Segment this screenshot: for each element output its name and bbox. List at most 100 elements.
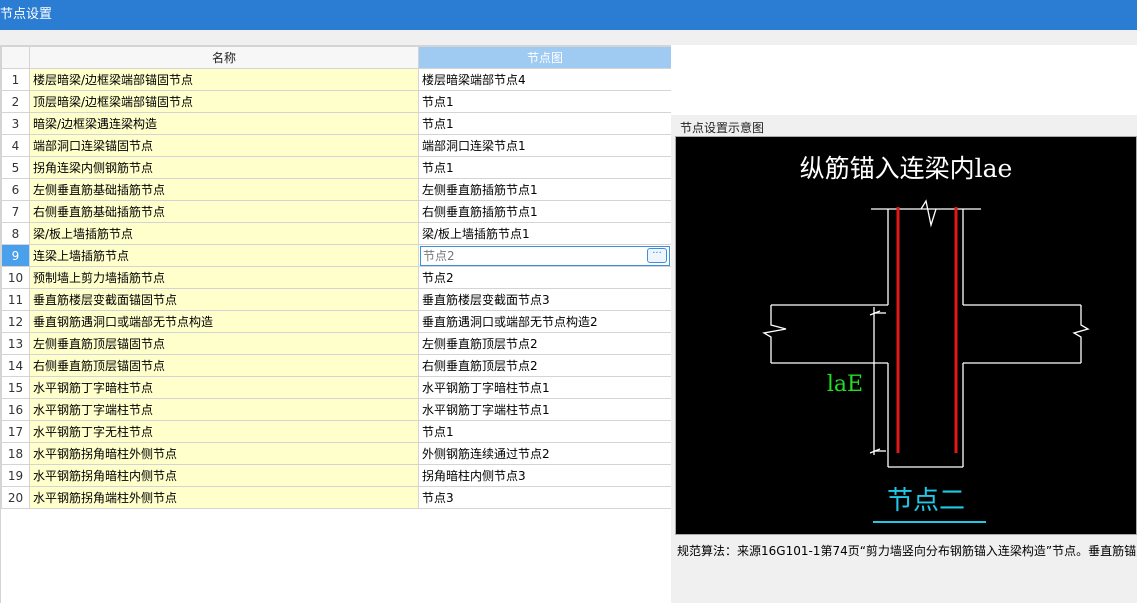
- table-row[interactable]: 6 左侧垂直筋基础插筋节点 左侧垂直筋插筋节点1: [1, 178, 671, 201]
- row-number[interactable]: 16: [1, 398, 30, 421]
- cell-node-name[interactable]: 水平钢筋丁字端柱节点: [29, 398, 419, 421]
- cell-node-diagram[interactable]: 节点1: [418, 156, 671, 179]
- node-caption: 节点二: [887, 486, 965, 516]
- row-number[interactable]: 20: [1, 486, 30, 509]
- row-number[interactable]: 10: [1, 266, 30, 289]
- row-number[interactable]: 12: [1, 310, 30, 333]
- cell-node-diagram[interactable]: 拐角暗柱内侧节点3: [418, 464, 671, 487]
- cell-node-name[interactable]: 端部洞口连梁锚固节点: [29, 134, 419, 157]
- table-row[interactable]: 15 水平钢筋丁字暗柱节点 水平钢筋丁字暗柱节点1: [1, 376, 671, 399]
- diagram-title: 纵筋锚入连梁内lae: [800, 154, 1013, 183]
- rule-description: 规范算法：来源16G101-1第74页“剪力墙竖向分布钢筋锚入连梁构造”节点。垂…: [677, 544, 1137, 558]
- cell-node-diagram[interactable]: 节点1: [418, 90, 671, 113]
- structure-outline: [762, 199, 1090, 468]
- row-number[interactable]: 9: [1, 244, 30, 267]
- table-row[interactable]: 14 右侧垂直筋顶层锚固节点 右侧垂直筋顶层节点2: [1, 354, 671, 377]
- row-number[interactable]: 3: [1, 112, 30, 135]
- table-row[interactable]: 20 水平钢筋拐角端柱外侧节点 节点3: [1, 486, 671, 509]
- cell-node-diagram[interactable]: 左侧垂直筋插筋节点1: [418, 178, 671, 201]
- cell-node-name[interactable]: 楼层暗梁/边框梁端部锚固节点: [29, 68, 419, 91]
- row-number[interactable]: 7: [1, 200, 30, 223]
- cell-node-diagram[interactable]: 水平钢筋丁字端柱节点1: [418, 398, 671, 421]
- grid-body: 1 楼层暗梁/边框梁端部锚固节点 楼层暗梁端部节点4 2 顶层暗梁/边框梁端部锚固节点节…: [1, 68, 671, 509]
- table-row[interactable]: 10 预制墙上剪力墙插筋节点 节点2: [1, 266, 671, 289]
- ellipsis-icon[interactable]: ···: [647, 248, 667, 263]
- node-settings-table: 名称 节点图 1 楼层暗梁/边框梁端部锚固节点 楼层暗梁端部节点4 2 顶层暗梁/边框梁…: [1, 46, 671, 509]
- blank-panel: [671, 45, 1137, 115]
- cell-node-name[interactable]: 水平钢筋拐角端柱外侧节点: [29, 486, 419, 509]
- cell-node-diagram-editing[interactable]: 节点2 ···: [418, 244, 671, 267]
- table-row[interactable]: 4 端部洞口连梁锚固节点 端部洞口连梁节点1: [1, 134, 671, 157]
- cell-node-name[interactable]: 梁/板上墙插筋节点: [29, 222, 419, 245]
- window-title-bar: 节点设置: [0, 0, 1137, 30]
- cell-node-name[interactable]: 右侧垂直筋顶层锚固节点: [29, 354, 419, 377]
- cell-node-diagram[interactable]: 垂直筋遇洞口或端部无节点构造2: [418, 310, 671, 333]
- row-number[interactable]: 15: [1, 376, 30, 399]
- cell-node-name[interactable]: 左侧垂直筋顶层锚固节点: [29, 332, 419, 355]
- cell-node-name[interactable]: 水平钢筋拐角暗柱内侧节点: [29, 464, 419, 487]
- row-number[interactable]: 11: [1, 288, 30, 311]
- cell-node-name[interactable]: 垂直筋楼层变截面锚固节点: [29, 288, 419, 311]
- dimension-label: laE: [827, 372, 863, 397]
- cell-node-name[interactable]: 水平钢筋拐角暗柱外侧节点: [29, 442, 419, 465]
- column-header-node[interactable]: 节点图: [418, 46, 671, 69]
- cell-node-diagram[interactable]: 节点3: [418, 486, 671, 509]
- table-row[interactable]: 1 楼层暗梁/边框梁端部锚固节点 楼层暗梁端部节点4: [1, 68, 671, 91]
- cell-node-diagram[interactable]: 节点1: [418, 112, 671, 135]
- table-row[interactable]: 19 水平钢筋拐角暗柱内侧节点 拐角暗柱内侧节点3: [1, 464, 671, 487]
- cell-node-name[interactable]: 右侧垂直筋基础插筋节点: [29, 200, 419, 223]
- row-number[interactable]: 17: [1, 420, 30, 443]
- cell-node-diagram[interactable]: 节点2: [418, 266, 671, 289]
- row-number[interactable]: 6: [1, 178, 30, 201]
- table-row[interactable]: 2 顶层暗梁/边框梁端部锚固节点 节点1: [1, 90, 671, 113]
- table-row[interactable]: 3 暗梁/边框梁遇连梁构造 节点1: [1, 112, 671, 135]
- node-diagram-editor[interactable]: 节点2 ···: [420, 245, 670, 266]
- cell-node-diagram[interactable]: 端部洞口连梁节点1: [418, 134, 671, 157]
- cell-node-name[interactable]: 水平钢筋丁字暗柱节点: [29, 376, 419, 399]
- node-diagram: 纵筋锚入连梁内lae laE 节点二: [762, 154, 1090, 523]
- table-row[interactable]: 16 水平钢筋丁字端柱节点 水平钢筋丁字端柱节点1: [1, 398, 671, 421]
- row-number[interactable]: 1: [1, 68, 30, 91]
- cell-node-diagram[interactable]: 水平钢筋丁字暗柱节点1: [418, 376, 671, 399]
- table-row[interactable]: 17 水平钢筋丁字无柱节点 节点1: [1, 420, 671, 443]
- table-row[interactable]: 5 拐角连梁内侧钢筋节点 节点1: [1, 156, 671, 179]
- cell-node-diagram[interactable]: 梁/板上墙插筋节点1: [418, 222, 671, 245]
- cell-node-name[interactable]: 水平钢筋丁字无柱节点: [29, 420, 419, 443]
- table-row[interactable]: 7 右侧垂直筋基础插筋节点 右侧垂直筋插筋节点1: [1, 200, 671, 223]
- cell-node-name[interactable]: 垂直钢筋遇洞口或端部无节点构造: [29, 310, 419, 333]
- table-row[interactable]: 12 垂直钢筋遇洞口或端部无节点构造 垂直筋遇洞口或端部无节点构造2: [1, 310, 671, 333]
- row-number[interactable]: 5: [1, 156, 30, 179]
- row-number[interactable]: 14: [1, 354, 30, 377]
- row-number[interactable]: 2: [1, 90, 30, 113]
- column-header-name[interactable]: 名称: [29, 46, 419, 69]
- cell-node-diagram[interactable]: 左侧垂直筋顶层节点2: [418, 332, 671, 355]
- cell-node-diagram[interactable]: 外侧钢筋连续通过节点2: [418, 442, 671, 465]
- cell-node-diagram[interactable]: 垂直筋楼层变截面节点3: [418, 288, 671, 311]
- vertical-rebars: [896, 207, 958, 453]
- window-title: 节点设置: [0, 7, 53, 22]
- cell-node-diagram[interactable]: 右侧垂直筋顶层节点2: [418, 354, 671, 377]
- cell-node-name[interactable]: 拐角连梁内侧钢筋节点: [29, 156, 419, 179]
- cell-node-name[interactable]: 暗梁/边框梁遇连梁构造: [29, 112, 419, 135]
- cell-node-name[interactable]: 左侧垂直筋基础插筋节点: [29, 178, 419, 201]
- preview-label: 节点设置示意图: [680, 121, 765, 135]
- row-number[interactable]: 18: [1, 442, 30, 465]
- grid-header-row: 名称 节点图: [1, 46, 671, 69]
- cell-node-name[interactable]: 顶层暗梁/边框梁端部锚固节点: [29, 90, 419, 113]
- cell-node-name[interactable]: 连梁上墙插筋节点: [29, 244, 419, 267]
- row-number[interactable]: 19: [1, 464, 30, 487]
- cell-node-diagram[interactable]: 右侧垂直筋插筋节点1: [418, 200, 671, 223]
- table-row[interactable]: 8 梁/板上墙插筋节点 梁/板上墙插筋节点1: [1, 222, 671, 245]
- cell-node-diagram[interactable]: 楼层暗梁端部节点4: [418, 68, 671, 91]
- node-diagram-value: 节点2: [423, 249, 455, 263]
- table-row[interactable]: 11 垂直筋楼层变截面锚固节点 垂直筋楼层变截面节点3: [1, 288, 671, 311]
- table-row[interactable]: 18 水平钢筋拐角暗柱外侧节点 外侧钢筋连续通过节点2: [1, 442, 671, 465]
- node-settings-grid[interactable]: 名称 节点图 1 楼层暗梁/边框梁端部锚固节点 楼层暗梁端部节点4 2 顶层暗梁/边框梁…: [0, 45, 671, 603]
- table-row[interactable]: 9 连梁上墙插筋节点 节点2 ···: [1, 244, 671, 267]
- row-number[interactable]: 4: [1, 134, 30, 157]
- row-number[interactable]: 13: [1, 332, 30, 355]
- table-row[interactable]: 13 左侧垂直筋顶层锚固节点 左侧垂直筋顶层节点2: [1, 332, 671, 355]
- cell-node-name[interactable]: 预制墙上剪力墙插筋节点: [29, 266, 419, 289]
- cell-node-diagram[interactable]: 节点1: [418, 420, 671, 443]
- row-number[interactable]: 8: [1, 222, 30, 245]
